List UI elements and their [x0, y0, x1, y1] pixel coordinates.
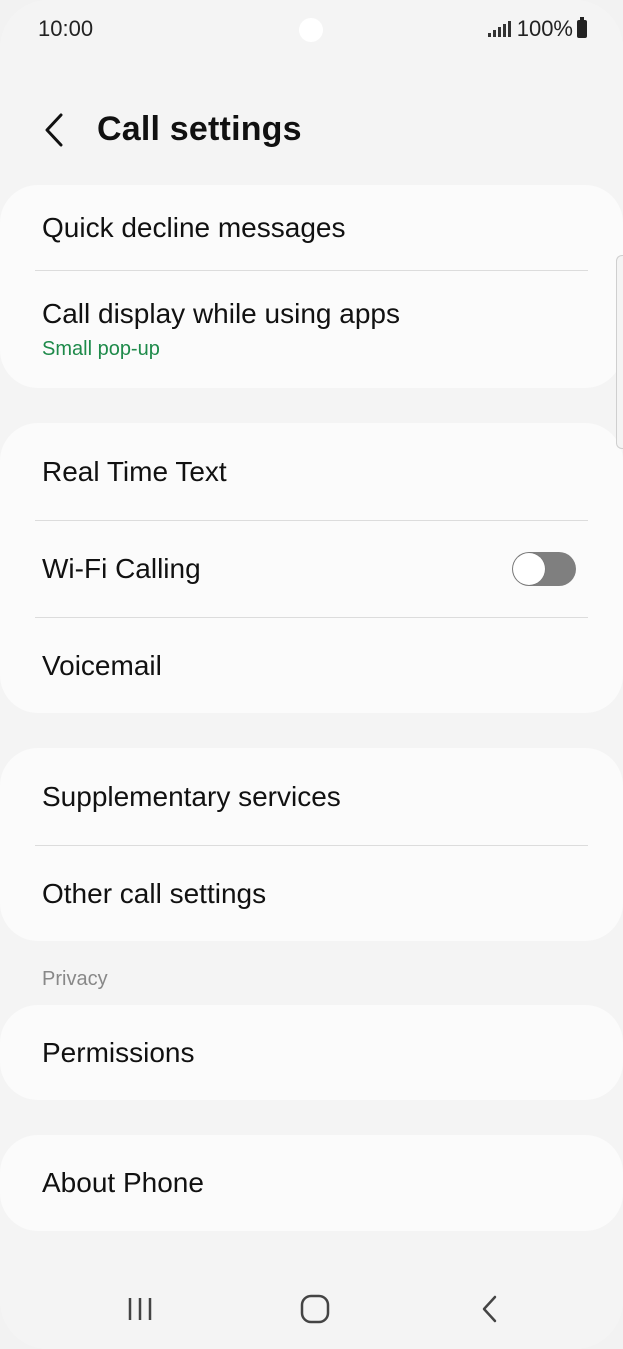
real-time-text-item[interactable]: Real Time Text	[0, 423, 623, 520]
voicemail-item[interactable]: Voicemail	[0, 618, 623, 713]
toggle-knob	[513, 553, 545, 585]
chevron-left-icon	[45, 113, 63, 147]
app-header: Call settings	[0, 100, 623, 162]
item-label: Voicemail	[42, 649, 162, 681]
wifi-calling-item[interactable]: Wi-Fi Calling	[0, 521, 623, 617]
call-display-item[interactable]: Call display while using apps Small pop-…	[0, 271, 623, 388]
supplementary-services-item[interactable]: Supplementary services	[0, 748, 623, 845]
item-label: Supplementary services	[42, 780, 341, 812]
camera-cutout	[299, 18, 323, 42]
battery-percentage: 100%	[516, 16, 573, 41]
item-label: Quick decline messages	[42, 211, 346, 243]
item-label: Wi-Fi Calling	[42, 553, 201, 584]
status-right: 100%	[487, 16, 587, 42]
page-title: Call settings	[97, 110, 302, 148]
about-phone-item[interactable]: About Phone	[0, 1135, 623, 1231]
privacy-section-header: Privacy	[42, 968, 108, 990]
home-button[interactable]	[275, 1270, 355, 1348]
item-label: Real Time Text	[42, 455, 227, 487]
settings-group-privacy: Permissions	[0, 1005, 623, 1100]
item-label: Permissions	[42, 1036, 195, 1068]
back-button[interactable]	[34, 106, 74, 154]
signal-icon	[487, 21, 511, 37]
nav-back-icon	[482, 1295, 497, 1323]
settings-group-1: Quick decline messages Call display whil…	[0, 185, 623, 388]
settings-group-2: Real Time Text Wi-Fi Calling Voicemail	[0, 423, 623, 713]
item-label: About Phone	[42, 1167, 204, 1198]
status-time: 10:00	[38, 16, 94, 41]
scrollbar[interactable]	[616, 255, 623, 449]
item-label: Call display while using apps	[42, 298, 400, 329]
permissions-item[interactable]: Permissions	[0, 1005, 623, 1100]
status-bar: 10:00 100%	[0, 0, 623, 60]
other-call-settings-item[interactable]: Other call settings	[0, 846, 623, 941]
phone-screen: 10:00 100% Call settings Quick decline m…	[0, 0, 623, 1349]
recent-apps-button[interactable]	[100, 1270, 180, 1348]
settings-group-about: About Phone	[0, 1135, 623, 1231]
item-label: Other call settings	[42, 877, 267, 909]
item-value: Small pop-up	[42, 338, 160, 360]
wifi-calling-toggle[interactable]	[512, 552, 576, 586]
navigation-bar	[0, 1270, 623, 1348]
recent-apps-icon	[128, 1298, 152, 1320]
home-icon	[300, 1294, 330, 1324]
nav-back-button[interactable]	[450, 1270, 530, 1348]
battery-icon	[577, 17, 587, 38]
quick-decline-messages-item[interactable]: Quick decline messages	[0, 185, 623, 270]
settings-group-3: Supplementary services Other call settin…	[0, 748, 623, 941]
